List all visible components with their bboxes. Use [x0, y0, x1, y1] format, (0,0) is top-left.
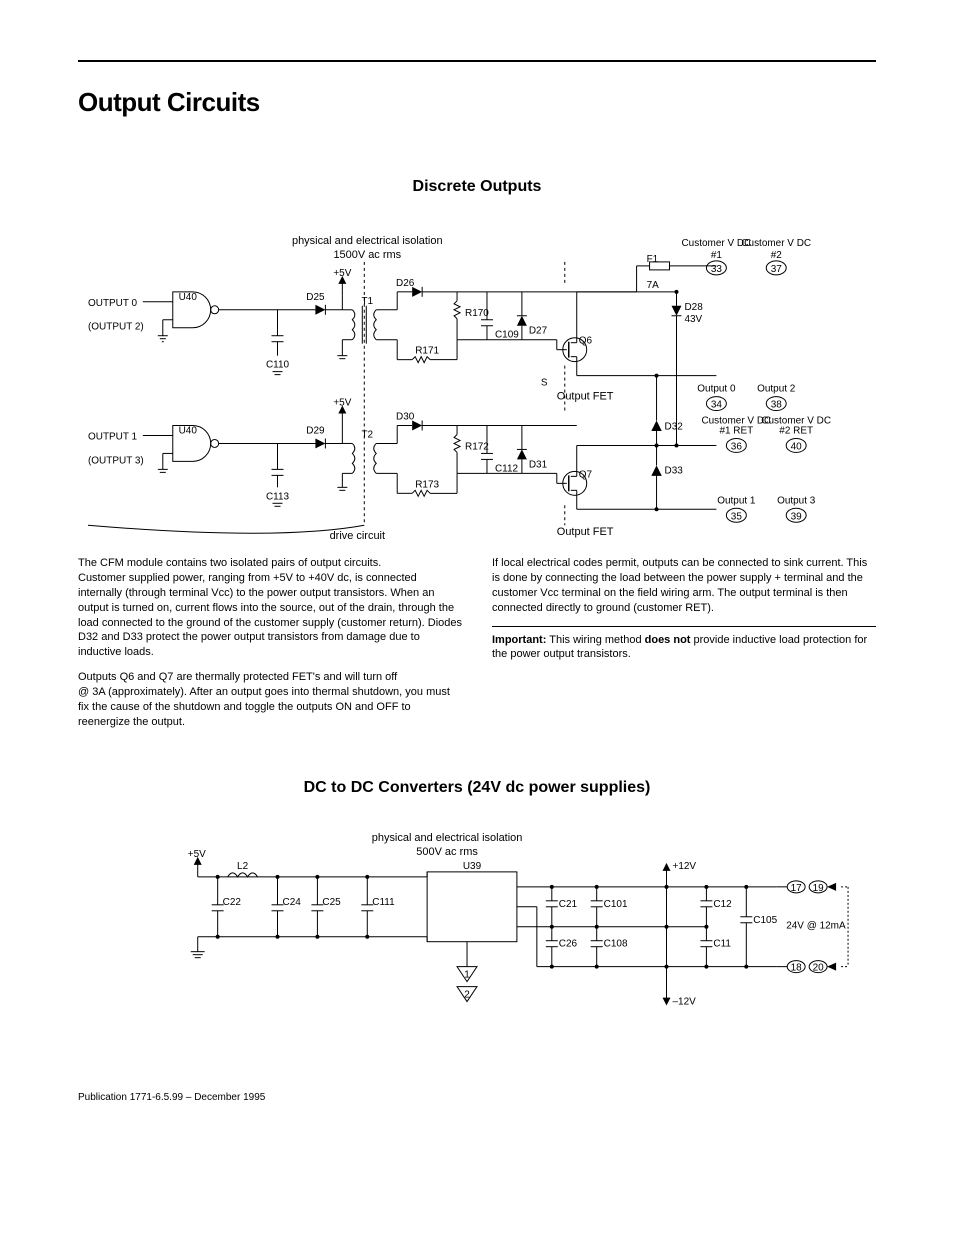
- pin38: 38: [771, 400, 783, 411]
- pin40: 40: [791, 441, 803, 452]
- svg-text:C24: C24: [282, 897, 301, 908]
- svg-text:#2 RET: #2 RET: [779, 425, 813, 436]
- output0-sub: (OUTPUT 2): [88, 322, 144, 333]
- d27: D27: [529, 326, 548, 337]
- m12v: –12V: [672, 997, 696, 1008]
- d33: D33: [665, 465, 684, 476]
- p1: The CFM module contains two isolated pai…: [78, 557, 381, 569]
- custvdc2-b: #2: [771, 250, 783, 261]
- d31: D31: [529, 459, 548, 470]
- pin34: 34: [711, 400, 723, 411]
- svg-text:20: 20: [813, 963, 825, 974]
- dcdc-diagram: physical and electrical isolation 500V a…: [78, 827, 876, 1046]
- header-rule: [78, 60, 876, 62]
- c113: C113: [266, 491, 290, 502]
- out2-lbl: Output 2: [757, 384, 796, 395]
- cap-c22: C22: [212, 877, 242, 937]
- c112: C112: [495, 463, 519, 474]
- svg-text:C108: C108: [604, 939, 628, 950]
- iso-value2: 500V ac rms: [416, 846, 478, 858]
- d25: D25: [306, 292, 325, 303]
- u40-2: U40: [179, 425, 198, 436]
- iso-label2: physical and electrical isolation: [372, 832, 523, 844]
- discrete-outputs-text: The CFM module contains two isolated pai…: [78, 556, 876, 739]
- u39: U39: [463, 861, 482, 872]
- tri2: 2: [464, 990, 470, 1001]
- svg-text:17: 17: [791, 883, 803, 894]
- p12v: +12V: [672, 861, 696, 872]
- f1-val: 7A: [647, 280, 660, 291]
- d28-val: 43V: [684, 314, 702, 325]
- svg-text:C21: C21: [559, 899, 578, 910]
- svg-text:C111: C111: [372, 897, 395, 908]
- p4: @ 3A (approximately). After an output go…: [78, 686, 450, 728]
- tri1: 1: [464, 970, 470, 981]
- iso-value: 1500V ac rms: [333, 249, 401, 261]
- svg-text:19: 19: [813, 883, 825, 894]
- t1: T1: [361, 296, 373, 307]
- r171: R171: [415, 346, 439, 357]
- out0-lbl: Output 0: [697, 384, 736, 395]
- svg-text:18: 18: [791, 963, 803, 974]
- custvdc1-b: #1: [711, 250, 723, 261]
- cap-c111: C111: [361, 877, 395, 937]
- l2: L2: [237, 861, 249, 872]
- output-fet-1: Output FET: [557, 391, 614, 403]
- out3-lbl: Output 3: [777, 495, 816, 506]
- output0-label: OUTPUT 0: [88, 298, 138, 309]
- important-label: Important:: [492, 634, 546, 646]
- pin36: 36: [731, 441, 743, 452]
- important-rule-top: [492, 626, 876, 627]
- output-fet-2: Output FET: [557, 526, 614, 538]
- section-discrete-outputs-heading: Discrete Outputs: [78, 178, 876, 196]
- plus5v-dc: +5V: [188, 849, 206, 860]
- u40-1: U40: [179, 292, 198, 303]
- output1-label: OUTPUT 1: [88, 431, 138, 442]
- r172: R172: [465, 441, 489, 452]
- svg-text:#1 RET: #1 RET: [719, 425, 753, 436]
- svg-text:C25: C25: [322, 897, 341, 908]
- svg-text:C11: C11: [713, 939, 731, 950]
- r173: R173: [415, 479, 439, 490]
- d30: D30: [396, 412, 415, 423]
- out1-lbl: Output 1: [717, 495, 756, 506]
- s-label: S: [541, 378, 548, 389]
- d26: D26: [396, 278, 415, 289]
- cap-c24: C24: [272, 877, 302, 937]
- pin37: 37: [771, 264, 783, 275]
- f1: F1: [647, 254, 659, 265]
- page-title: Output Circuits: [78, 87, 876, 118]
- pin35: 35: [731, 511, 743, 522]
- drive-circuit: drive circuit: [330, 530, 385, 542]
- section-dcdc-heading: DC to DC Converters (24V dc power suppli…: [78, 779, 876, 797]
- d29: D29: [306, 425, 325, 436]
- output1-sub: (OUTPUT 3): [88, 455, 144, 466]
- t2: T2: [361, 429, 373, 440]
- svg-text:C26: C26: [559, 939, 578, 950]
- important-note: Important: This wiring method does not p…: [492, 633, 876, 663]
- iso-label: physical and electrical isolation: [292, 235, 443, 247]
- pin33: 33: [711, 264, 723, 275]
- publication-footer: Publication 1771-6.5.99 – December 1995: [78, 1092, 876, 1103]
- d28: D28: [684, 302, 703, 313]
- p2: Customer supplied power, ranging from +5…: [78, 572, 462, 658]
- p5: If local electrical codes permit, output…: [492, 556, 876, 615]
- d32: D32: [665, 421, 684, 432]
- svg-text:C105: C105: [753, 915, 777, 926]
- c109: C109: [495, 330, 519, 341]
- c110: C110: [266, 360, 290, 371]
- discrete-outputs-diagram: physical and electrical isolation 1500V …: [78, 226, 876, 545]
- pin39: 39: [791, 511, 803, 522]
- v24: 24V @ 12mA: [786, 921, 846, 932]
- cap-c25: C25: [311, 877, 341, 937]
- custvdc2-a: Customer V DC: [741, 238, 811, 249]
- svg-text:C22: C22: [223, 897, 242, 908]
- p3: Outputs Q6 and Q7 are thermally protecte…: [78, 671, 397, 683]
- r170: R170: [465, 308, 489, 319]
- svg-text:C101: C101: [604, 899, 628, 910]
- svg-text:C12: C12: [713, 899, 732, 910]
